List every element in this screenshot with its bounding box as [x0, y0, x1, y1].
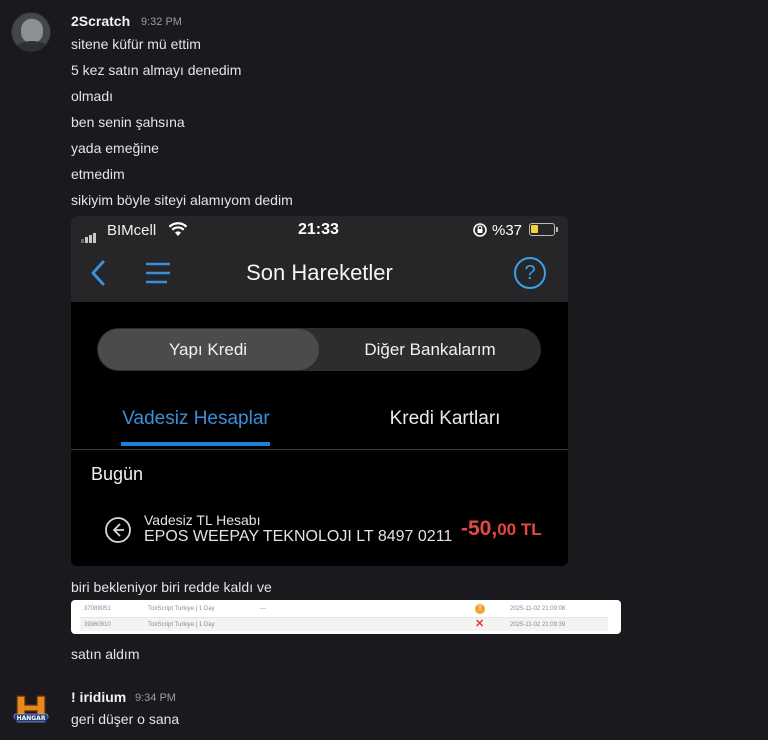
phone-status-bar: BIMcell 21:33 %37: [71, 216, 568, 244]
message-line: geri düşer o sana: [71, 711, 180, 727]
carrier-name: BIMcell: [107, 222, 157, 239]
help-icon[interactable]: ?: [514, 257, 546, 289]
order-extra: ---: [260, 606, 266, 612]
tab-active-underline: [121, 442, 270, 446]
tab-vadesiz-hesaplar[interactable]: Vadesiz Hesaplar: [91, 408, 301, 430]
message-line: sikiyim böyle siteyi alamıyom dedim: [71, 192, 293, 208]
battery-nub: [556, 227, 558, 232]
battery-level: [531, 225, 538, 233]
battery-percent: %37: [492, 222, 523, 239]
pending-status-icon: !: [475, 604, 485, 614]
order-date: 2025-11-02 21:09:39: [510, 622, 566, 628]
arrow-left-circle-icon: [104, 516, 132, 549]
amount-decimal: 00 TL: [497, 520, 542, 539]
order-date: 2025-11-02 21:09:08: [510, 606, 566, 612]
message-line: biri bekleniyor biri redde kaldı ve: [71, 579, 272, 595]
order-product: ToirScript Turkiye | 1 Day: [148, 606, 215, 612]
phone-nav-bar: Son Hareketler ?: [71, 244, 568, 302]
message-line: 5 kez satın almayı denedim: [71, 62, 242, 78]
rotation-lock-icon: [472, 222, 488, 243]
tab-kredi-kartlari[interactable]: Kredi Kartları: [343, 408, 547, 430]
order-product: ToirScript Turkiye | 1 Day: [148, 622, 215, 628]
order-id: 39360910: [84, 622, 111, 628]
transaction-description: EPOS WEEPAY TEKNOLOJI LT 8497 0211: [144, 528, 453, 545]
image-attachment-bank-screenshot[interactable]: BIMcell 21:33 %37 Son Hareketler ? Yapı …: [71, 216, 568, 566]
amount-main: -50,: [461, 517, 498, 540]
timestamp: 9:34 PM: [135, 692, 176, 704]
wifi-icon: [168, 221, 188, 242]
message-line: etmedim: [71, 166, 125, 182]
account-tabs: Vadesiz Hesaplar Kredi Kartları: [71, 396, 568, 450]
message-line: satın aldım: [71, 646, 140, 662]
avatar-logo-text: HANGAR: [17, 715, 46, 722]
message-line: yada emeğine: [71, 140, 159, 156]
avatar-face: [21, 19, 43, 43]
table-row: 39360910 ToirScript Turkiye | 1 Day ✕ 20…: [80, 617, 608, 631]
avatar[interactable]: HANGAR: [11, 688, 51, 728]
timestamp: 9:32 PM: [141, 16, 182, 28]
page-title: Son Hareketler: [246, 260, 393, 285]
status-time: 21:33: [298, 221, 339, 238]
section-date-label: Bugün: [91, 464, 144, 484]
segment-yapi-kredi[interactable]: Yapı Kredi: [97, 340, 319, 360]
bank-segmented-control: Yapı Kredi Diğer Bankalarım: [97, 328, 541, 371]
table-row: 37089051 ToirScript Turkiye | 1 Day --- …: [80, 602, 608, 616]
username[interactable]: ! iridium: [71, 689, 126, 705]
username[interactable]: 2Scratch: [71, 13, 130, 29]
failed-status-icon: ✕: [475, 618, 485, 630]
battery-icon: [529, 223, 558, 236]
transaction-amount: -50,00 TL: [461, 517, 542, 541]
message-line: olmadı: [71, 88, 114, 104]
divider: [71, 449, 568, 450]
image-attachment-order-table[interactable]: 37089051 ToirScript Turkiye | 1 Day --- …: [71, 600, 621, 634]
avatar-shoulders: [14, 41, 50, 51]
message-line: sitene küfür mü ettim: [71, 36, 201, 52]
message-line: ben senin şahsına: [71, 114, 185, 130]
signal-icon: [81, 225, 97, 243]
order-id: 37089051: [84, 606, 111, 612]
segment-diger-bankalarim[interactable]: Diğer Bankalarım: [319, 340, 541, 360]
avatar[interactable]: [11, 12, 51, 52]
transaction-account: Vadesiz TL Hesabı: [144, 512, 261, 528]
